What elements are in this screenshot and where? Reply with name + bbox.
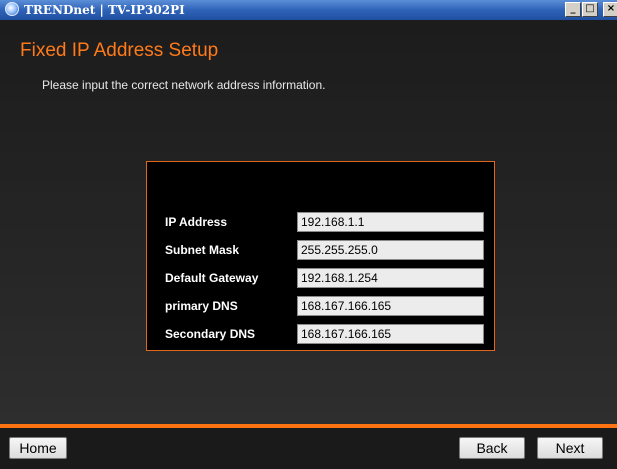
default-gateway-input[interactable] <box>297 268 484 288</box>
app-window: TRENDnet | TV-IP302PI _ □ × Fixed IP Add… <box>0 0 617 469</box>
main-content: Fixed IP Address Setup Please input the … <box>0 20 617 424</box>
subnet-mask-label: Subnet Mask <box>165 243 240 257</box>
network-settings-panel: IP Address Subnet Mask Default Gateway p… <box>146 161 495 351</box>
ip-address-row: IP Address <box>147 212 496 232</box>
trendnet-logo-icon <box>5 2 19 16</box>
maximize-button[interactable]: □ <box>582 2 598 17</box>
ip-address-input[interactable] <box>297 212 484 232</box>
home-button[interactable]: Home <box>9 437 67 459</box>
ip-address-label: IP Address <box>165 215 228 229</box>
page-subtitle: Please input the correct network address… <box>42 78 326 92</box>
primary-dns-input[interactable] <box>297 296 484 316</box>
minimize-button[interactable]: _ <box>565 2 581 17</box>
footer-bar: Home Back Next <box>0 428 617 469</box>
back-button[interactable]: Back <box>459 437 525 459</box>
subnet-mask-input[interactable] <box>297 240 484 260</box>
next-button[interactable]: Next <box>537 437 603 459</box>
window-title: TRENDnet | TV-IP302PI <box>24 3 185 17</box>
title-bar[interactable]: TRENDnet | TV-IP302PI _ □ × <box>0 0 617 20</box>
close-button[interactable]: × <box>603 2 617 17</box>
primary-dns-label: primary DNS <box>165 299 238 313</box>
secondary-dns-label: Secondary DNS <box>165 327 256 341</box>
primary-dns-row: primary DNS <box>147 296 496 316</box>
default-gateway-row: Default Gateway <box>147 268 496 288</box>
secondary-dns-row: Secondary DNS <box>147 324 496 344</box>
default-gateway-label: Default Gateway <box>165 271 259 285</box>
subnet-mask-row: Subnet Mask <box>147 240 496 260</box>
page-title: Fixed IP Address Setup <box>20 40 219 61</box>
secondary-dns-input[interactable] <box>297 324 484 344</box>
